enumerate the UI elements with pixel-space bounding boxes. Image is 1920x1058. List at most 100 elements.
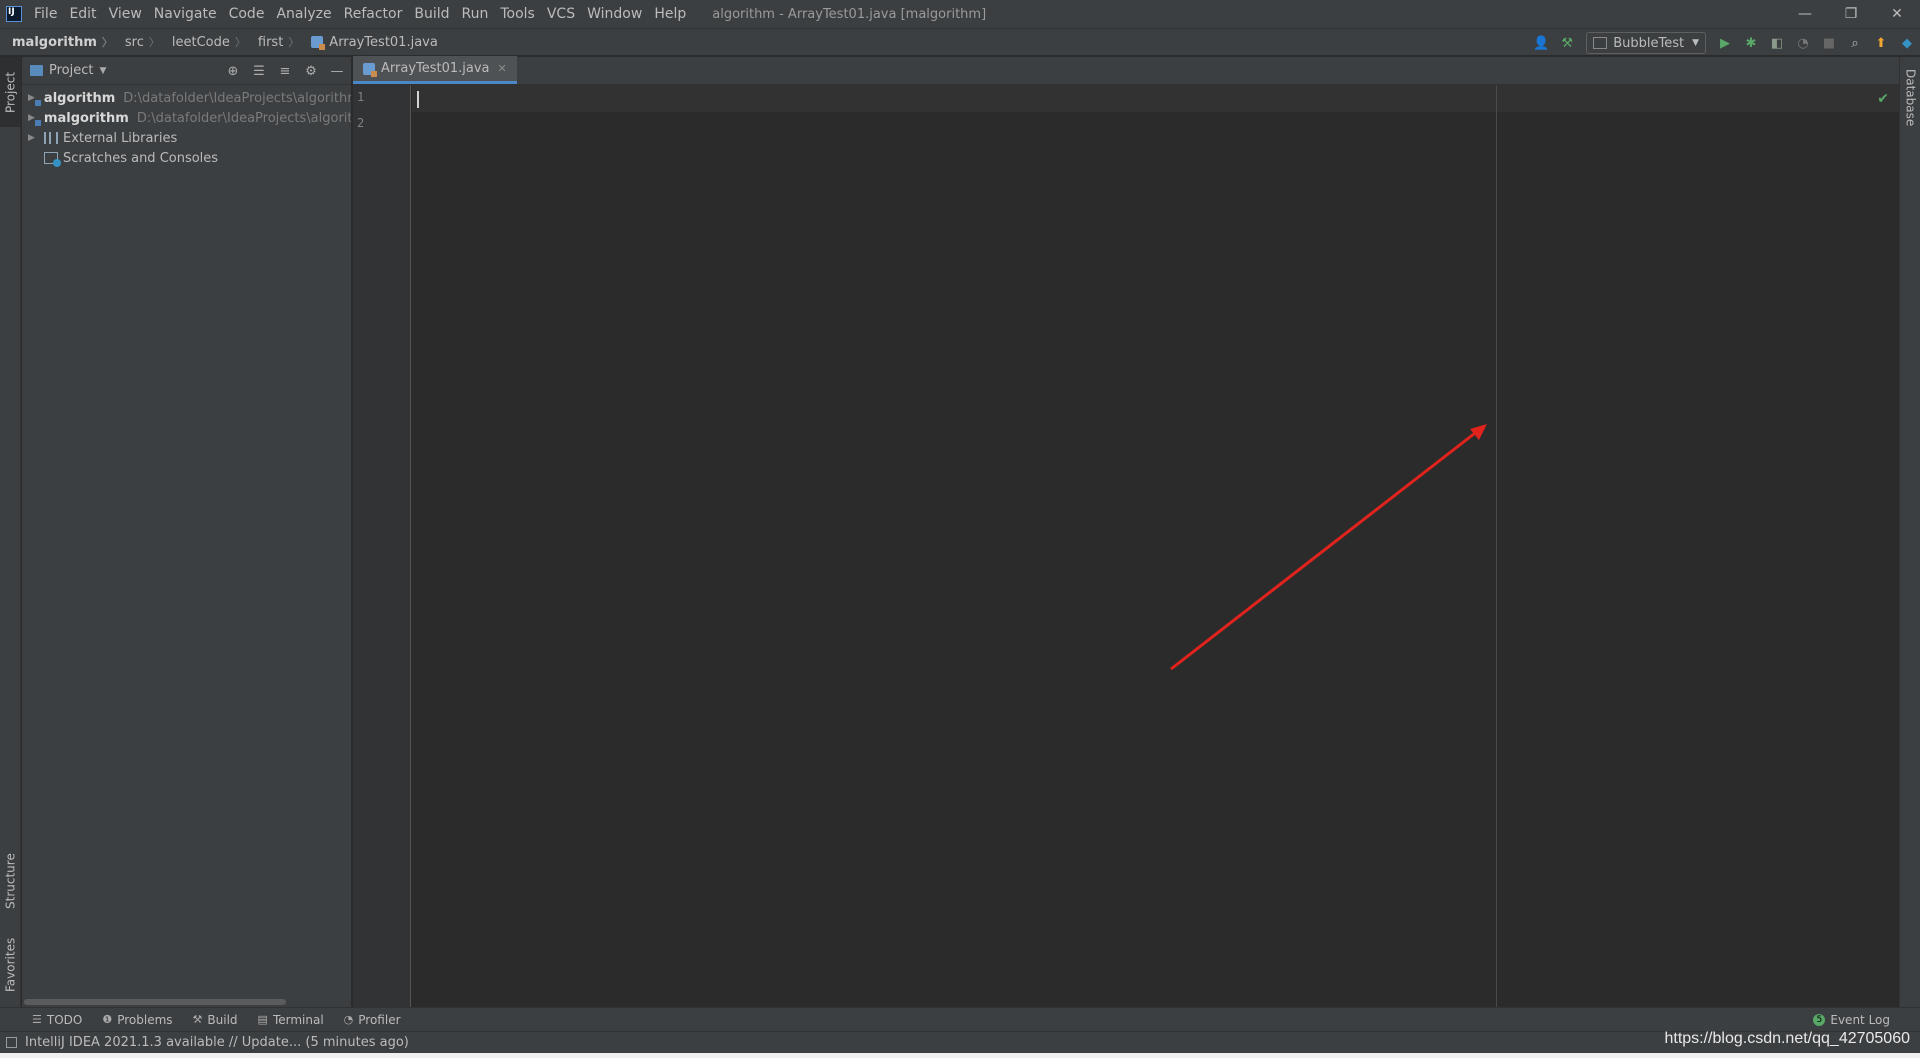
breadcrumb-src[interactable]: src 〉	[113, 34, 160, 50]
stop-icon[interactable]: ■	[1820, 34, 1838, 52]
editor-tab[interactable]: ArrayTest01.java ✕	[353, 56, 517, 84]
profiler-icon: ◔	[343, 1013, 354, 1026]
coverage-icon[interactable]: ◧	[1768, 34, 1786, 52]
text-caret	[417, 91, 419, 108]
run-config-icon	[1593, 37, 1608, 49]
line-number: 2	[357, 116, 365, 130]
editor-tab-bar: ArrayTest01.java ✕	[353, 56, 1899, 85]
locate-icon[interactable]: ⊕	[223, 64, 243, 79]
minimize-button[interactable]: —	[1782, 0, 1828, 28]
chevron-right-icon: 〉	[101, 36, 113, 49]
intellij-logo-icon	[6, 6, 22, 22]
menu-tools[interactable]: Tools	[494, 0, 541, 28]
chevron-right-icon[interactable]: ▶	[28, 133, 40, 143]
tab-build[interactable]: ⚒ Build	[193, 1013, 238, 1027]
search-icon[interactable]: ⌕	[1846, 34, 1864, 52]
status-message[interactable]: IntelliJ IDEA 2021.1.3 available // Upda…	[25, 1035, 409, 1050]
inspection-ok-icon[interactable]: ✔	[1877, 91, 1889, 107]
scratches-icon	[44, 152, 61, 167]
menu-edit[interactable]: Edit	[63, 0, 102, 28]
editor-area: ArrayTest01.java ✕ 1 2 ✔	[353, 56, 1899, 1007]
horizontal-scrollbar[interactable]	[24, 999, 286, 1005]
project-view-selector[interactable]: Project	[49, 63, 93, 78]
chevron-right-icon[interactable]: ▶	[28, 93, 35, 103]
tree-item-label: Scratches and Consoles	[63, 150, 219, 166]
tree-item-label: External Libraries	[63, 130, 178, 146]
right-margin-guide	[1496, 85, 1497, 1007]
tool-window-project[interactable]: Project	[0, 57, 21, 127]
tab-todo[interactable]: ☰ TODO	[32, 1013, 82, 1027]
code-text-area[interactable]	[412, 85, 1899, 112]
menu-file[interactable]: File	[28, 0, 63, 28]
status-bar: IntelliJ IDEA 2021.1.3 available // Upda…	[0, 1031, 1920, 1053]
plugin-icon[interactable]: ◆	[1898, 34, 1916, 52]
title-bar: File Edit View Navigate Code Analyze Ref…	[0, 0, 1920, 28]
breadcrumb-package[interactable]: leetCode 〉	[160, 34, 246, 50]
menu-run[interactable]: Run	[456, 0, 495, 28]
toolbar-right: 👤 ⚒ BubbleTest ▼ ▶ ✱ ◧ ◔ ■ ⌕ ⬆ ◆	[1528, 29, 1920, 57]
event-log-button[interactable]: 5 Event Log	[1813, 1008, 1890, 1032]
tree-item-malgorithm[interactable]: ▶ malgorithm D:\datafolder\IdeaProjects\…	[22, 108, 351, 128]
tree-item-path: D:\datafolder\IdeaProjects\algorithm	[136, 110, 352, 126]
build-hammer-icon[interactable]: ⚒	[1558, 34, 1576, 52]
close-icon[interactable]: ✕	[498, 62, 507, 75]
tab-profiler[interactable]: ◔ Profiler	[344, 1013, 401, 1027]
close-window-button[interactable]: ✕	[1874, 0, 1920, 28]
restore-button[interactable]: ❐	[1828, 0, 1874, 28]
toggle-tool-windows-icon[interactable]	[6, 1037, 17, 1048]
project-panel-header: Project ▼ ⊕ ☰ ≡ ⚙ —	[22, 57, 351, 85]
chevron-right-icon: 〉	[288, 36, 300, 49]
taskbar-edge	[0, 1053, 1920, 1058]
line-number-gutter: 1 2	[353, 85, 411, 1007]
breadcrumb-label: malgorithm	[12, 34, 97, 50]
profile-icon[interactable]: ◔	[1794, 34, 1812, 52]
editor-tab-label: ArrayTest01.java	[381, 61, 490, 76]
tool-window-structure[interactable]: Structure	[0, 841, 21, 921]
tool-window-label: Project	[3, 71, 18, 113]
tool-window-favorites[interactable]: Favorites	[0, 925, 21, 1005]
debug-icon[interactable]: ✱	[1742, 34, 1760, 52]
line-number: 1	[357, 90, 365, 104]
expand-all-icon[interactable]: ☰	[249, 64, 269, 79]
user-icon[interactable]: 👤	[1532, 34, 1550, 52]
hammer-icon: ⚒	[192, 1013, 203, 1026]
tool-window-database[interactable]: Database	[1900, 63, 1920, 133]
menu-view[interactable]: View	[103, 0, 148, 28]
terminal-icon: ▤	[257, 1013, 268, 1026]
tree-item-path: D:\datafolder\IdeaProjects\algorithm\	[123, 90, 352, 106]
run-configuration-select[interactable]: BubbleTest ▼	[1586, 32, 1706, 54]
problems-icon: ❶	[102, 1013, 113, 1026]
chevron-right-icon[interactable]: ▶	[28, 113, 35, 123]
tab-label: Problems	[117, 1012, 173, 1027]
update-icon[interactable]: ⬆	[1872, 34, 1890, 52]
breadcrumb-subpackage[interactable]: first 〉	[246, 34, 299, 50]
menu-navigate[interactable]: Navigate	[148, 0, 223, 28]
bottom-tool-tabs: ☰ TODO ❶ Problems ⚒ Build ▤ Terminal ◔ Profil…	[0, 1007, 1920, 1031]
breadcrumb-label: src	[124, 34, 144, 50]
tree-item-algorithm[interactable]: ▶ algorithm D:\datafolder\IdeaProjects\a…	[22, 88, 351, 108]
breadcrumb-project[interactable]: malgorithm 〉	[0, 34, 113, 50]
menu-code[interactable]: Code	[223, 0, 271, 28]
chevron-down-icon[interactable]: ▼	[99, 66, 106, 76]
menu-analyze[interactable]: Analyze	[270, 0, 337, 28]
java-class-icon	[311, 36, 326, 50]
hide-icon[interactable]: —	[327, 64, 347, 79]
menu-vcs[interactable]: VCS	[541, 0, 581, 28]
menu-refactor[interactable]: Refactor	[338, 0, 409, 28]
menu-build[interactable]: Build	[408, 0, 455, 28]
menu-window[interactable]: Window	[581, 0, 648, 28]
tree-item-external-libraries[interactable]: ▶ External Libraries	[22, 128, 351, 148]
event-log-badge: 5	[1813, 1014, 1826, 1026]
library-icon	[44, 132, 58, 144]
gear-icon[interactable]: ⚙	[301, 64, 321, 79]
collapse-all-icon[interactable]: ≡	[275, 64, 295, 79]
chevron-right-icon: 〉	[234, 36, 246, 49]
tab-problems[interactable]: ❶ Problems	[102, 1013, 172, 1027]
tree-item-scratches[interactable]: Scratches and Consoles	[22, 148, 351, 168]
menu-help[interactable]: Help	[648, 0, 692, 28]
breadcrumb-file[interactable]: ArrayTest01.java	[299, 35, 438, 50]
tab-terminal[interactable]: ▤ Terminal	[258, 1013, 324, 1027]
watermark-text: https://blog.csdn.net/qq_42705060	[1664, 1030, 1910, 1047]
list-icon: ☰	[32, 1013, 42, 1026]
run-icon[interactable]: ▶	[1716, 34, 1734, 52]
